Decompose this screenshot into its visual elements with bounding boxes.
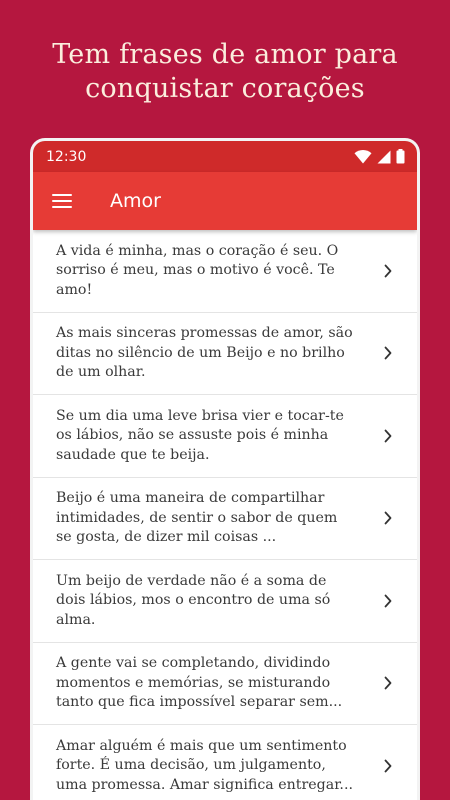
- quote-text: A gente vai se completando, dividindo mom…: [56, 654, 383, 713]
- quote-text-line: Amar alguém é mais que um sentimento: [56, 737, 347, 754]
- quote-list-item[interactable]: Amar alguém é mais que um sentimento fort…: [33, 725, 417, 800]
- promo-headline-line-2: conquistar corações: [85, 73, 365, 104]
- quote-text-line: As mais sinceras promessas de amor, são: [56, 325, 353, 341]
- quote-text: As mais sinceras promessas de amor, são d…: [56, 324, 383, 383]
- quote-text: Beijo é uma maneira de compartilhar intim…: [56, 489, 383, 548]
- status-time: 12:30: [46, 148, 87, 165]
- phone-frame: 12:30 Amor A vida é minha, mas o coração…: [33, 141, 417, 800]
- status-icons: [354, 149, 405, 164]
- signal-icon: [377, 150, 391, 163]
- chevron-right-icon: [384, 759, 392, 773]
- quote-text-line: saudade que te beija.: [56, 446, 210, 463]
- quote-list: A vida é minha, mas o coração é seu. O so…: [33, 230, 417, 800]
- quote-text-line: tanto que fica impossível separar sem...: [56, 694, 343, 710]
- quote-text-line: dois lábios, mos o encontro de uma só: [56, 592, 331, 608]
- quote-text-line: se gosta, de dizer mil coisas ...: [56, 529, 277, 545]
- chevron-right-icon: [384, 429, 392, 443]
- quote-text-line: momentos e memórias, se misturando: [56, 674, 331, 691]
- promo-headline-line-1: Tem frases de amor para: [52, 39, 398, 70]
- chevron-right-icon: [384, 264, 392, 278]
- app-title: Amor: [110, 190, 161, 212]
- chevron-right-icon: [384, 346, 392, 360]
- quote-text-line: A gente vai se completando, dividindo: [56, 655, 331, 671]
- quote-text: Amar alguém é mais que um sentimento fort…: [56, 737, 383, 796]
- quote-text-line: amo!: [56, 281, 93, 298]
- battery-icon: [396, 149, 405, 164]
- menu-icon[interactable]: [52, 194, 72, 208]
- quote-list-item[interactable]: A gente vai se completando, dividindo mom…: [33, 643, 417, 725]
- quote-text-line: ditas no silêncio de um Beijo e no brilh…: [56, 344, 345, 361]
- quote-text-line: uma promessa. Amar significa entregar...: [56, 776, 353, 793]
- quote-list-item[interactable]: Um beijo de verdade não é a soma de dois …: [33, 560, 417, 643]
- quote-text-line: alma.: [56, 611, 96, 628]
- quote-list-item[interactable]: As mais sinceras promessas de amor, são d…: [33, 313, 417, 395]
- promo-headline: Tem frases de amor para conquistar coraç…: [0, 38, 450, 106]
- chevron-right-icon: [384, 676, 392, 690]
- quote-text: A vida é minha, mas o coração é seu. O so…: [56, 242, 383, 301]
- status-bar: 12:30: [33, 141, 417, 172]
- chevron-right-icon: [384, 511, 392, 525]
- quote-text-line: Beijo é uma maneira de compartilhar: [56, 490, 325, 506]
- quote-list-item[interactable]: Beijo é uma maneira de compartilhar intim…: [33, 478, 417, 560]
- quote-text: Se um dia uma leve brisa vier e tocar-te…: [56, 407, 383, 466]
- quote-text-line: os lábios, não se assuste pois é minha: [56, 427, 329, 443]
- quote-text-line: de um olhar.: [56, 364, 146, 380]
- app-bar: Amor: [33, 172, 417, 230]
- quote-text-line: forte. É uma decisão, um julgamento,: [56, 757, 326, 773]
- quote-list-item[interactable]: Se um dia uma leve brisa vier e tocar-te…: [33, 395, 417, 478]
- quote-list-item[interactable]: A vida é minha, mas o coração é seu. O so…: [33, 230, 417, 313]
- quote-text: Um beijo de verdade não é a soma de dois …: [56, 572, 383, 631]
- quote-text-line: A vida é minha, mas o coração é seu. O: [56, 242, 339, 259]
- chevron-right-icon: [384, 594, 392, 608]
- quote-text-line: sorriso é meu, mas o motivo é você. Te: [56, 262, 335, 278]
- quote-text-line: Um beijo de verdade não é a soma de: [56, 572, 327, 589]
- wifi-icon: [354, 149, 372, 163]
- quote-text-line: Se um dia uma leve brisa vier e tocar-te: [56, 407, 344, 424]
- quote-text-line: intimidades, de sentir o sabor de quem: [56, 509, 338, 526]
